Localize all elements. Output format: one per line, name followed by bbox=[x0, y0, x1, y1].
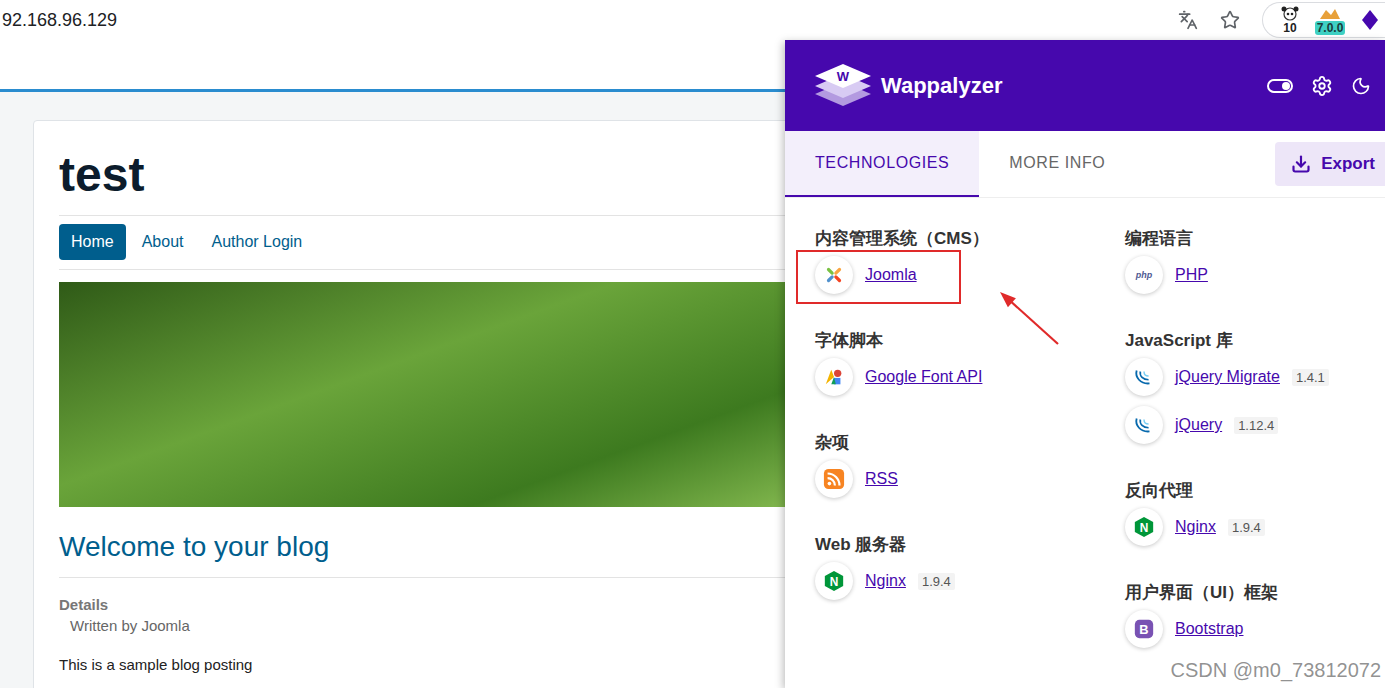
wappalyzer-extension-icon bbox=[1361, 9, 1379, 31]
category: 反向代理 N Nginx 1.9.4 bbox=[1125, 481, 1385, 549]
technology-icon-badge: php bbox=[1125, 256, 1163, 294]
technology-icon-badge: B bbox=[1125, 610, 1163, 648]
svg-text:W: W bbox=[837, 69, 850, 84]
url-text[interactable]: 92.168.96.129 bbox=[2, 10, 117, 31]
jquery-icon bbox=[1133, 366, 1155, 388]
technology-column: 内容管理系统（CMS） Joomla 字体脚本 Google Font API 杂项 RS… bbox=[815, 229, 1125, 651]
technology-link[interactable]: Nginx bbox=[865, 572, 906, 590]
technology-link[interactable]: PHP bbox=[1175, 266, 1208, 284]
category-title: 内容管理系统（CMS） bbox=[815, 229, 1125, 249]
tag-icon bbox=[1318, 7, 1342, 21]
technology-item: B Bootstrap bbox=[1125, 607, 1385, 651]
address-bar: 92.168.96.129 10 7.0.0 bbox=[0, 0, 1385, 40]
gear-icon[interactable] bbox=[1311, 75, 1333, 97]
toggle-knob bbox=[1282, 82, 1290, 90]
category-title: 杂项 bbox=[815, 433, 1125, 453]
version-badge: 1.4.1 bbox=[1292, 369, 1329, 386]
technology-item: N Nginx 1.9.4 bbox=[815, 559, 1125, 603]
technology-link[interactable]: RSS bbox=[865, 470, 898, 488]
technology-item: jQuery 1.12.4 bbox=[1125, 403, 1385, 447]
wappalyzer-extension-button[interactable] bbox=[1355, 5, 1385, 35]
php-icon: php bbox=[1131, 266, 1157, 284]
category: JavaScript 库 jQuery Migrate 1.4.1 jQuery 1.1… bbox=[1125, 331, 1385, 447]
brand-name: Wappalyzer bbox=[881, 73, 1259, 99]
wappalyzer-logo-icon: W bbox=[813, 60, 873, 112]
panel-header: W Wappalyzer bbox=[785, 40, 1385, 131]
panda-icon bbox=[1279, 5, 1301, 21]
svg-text:N: N bbox=[830, 575, 839, 589]
version-badge: 1.12.4 bbox=[1234, 417, 1278, 434]
category: 杂项 RSS bbox=[815, 433, 1125, 501]
nav-link[interactable]: About bbox=[130, 224, 196, 260]
technology-item: Google Font API bbox=[815, 355, 1125, 399]
annotation-arrow-icon bbox=[995, 283, 1085, 353]
nginx-icon: N bbox=[823, 570, 845, 592]
extensions-bar: 10 7.0.0 bbox=[1262, 2, 1385, 38]
technology-icon-badge bbox=[1125, 406, 1163, 444]
category: 字体脚本 Google Font API bbox=[815, 331, 1125, 399]
nav-link[interactable]: Author Login bbox=[200, 224, 315, 260]
category-title: JavaScript 库 bbox=[1125, 331, 1385, 351]
bootstrap-icon: B bbox=[1133, 618, 1155, 640]
moon-icon[interactable] bbox=[1351, 76, 1371, 96]
category: 用户界面（UI）框架 B Bootstrap bbox=[1125, 583, 1385, 651]
watermark: CSDN @m0_73812072 bbox=[1171, 659, 1381, 682]
toolbar-icons: 10 7.0.0 bbox=[1178, 2, 1385, 38]
nav-link[interactable]: Home bbox=[59, 224, 126, 260]
technology-icon-badge bbox=[815, 358, 853, 396]
category-title: 反向代理 bbox=[1125, 481, 1385, 501]
rss-icon bbox=[823, 468, 845, 490]
extension-badge: 7.0.0 bbox=[1315, 21, 1346, 35]
technology-link[interactable]: Bootstrap bbox=[1175, 620, 1243, 638]
browser-window: 92.168.96.129107.0.0testHomeAboutAuthor … bbox=[0, 0, 1385, 688]
nginx-icon: N bbox=[1133, 516, 1155, 538]
googlefont-icon bbox=[823, 366, 845, 388]
download-icon bbox=[1291, 154, 1311, 174]
category-title: Web 服务器 bbox=[815, 535, 1125, 555]
translate-icon[interactable] bbox=[1178, 10, 1198, 30]
tab[interactable]: MORE INFO bbox=[979, 131, 1135, 197]
version-badge: 1.9.4 bbox=[918, 573, 955, 590]
jquery-icon bbox=[1133, 414, 1155, 436]
wappalyzer-panel: W Wappalyzer TECHNOLOGIESMORE INFO Export 内容… bbox=[785, 40, 1385, 688]
joomla-icon bbox=[823, 264, 845, 286]
technology-link[interactable]: Nginx bbox=[1175, 518, 1216, 536]
category-title: 用户界面（UI）框架 bbox=[1125, 583, 1385, 603]
tab[interactable]: TECHNOLOGIES bbox=[785, 131, 979, 197]
technology-icon-badge: N bbox=[1125, 508, 1163, 546]
svg-text:N: N bbox=[1140, 521, 1149, 535]
tab-bar: TECHNOLOGIESMORE INFO Export bbox=[785, 131, 1385, 198]
svg-text:B: B bbox=[1139, 622, 1148, 637]
technology-icon-badge bbox=[1125, 358, 1163, 396]
version-badge: 1.9.4 bbox=[1228, 519, 1265, 536]
technology-link[interactable]: jQuery Migrate bbox=[1175, 368, 1280, 386]
category: 内容管理系统（CMS） Joomla bbox=[815, 229, 1125, 297]
technology-columns: 内容管理系统（CMS） Joomla 字体脚本 Google Font API 杂项 RS… bbox=[785, 198, 1385, 651]
export-button[interactable]: Export bbox=[1275, 142, 1385, 186]
category: Web 服务器 N Nginx 1.9.4 bbox=[815, 535, 1125, 603]
panda-extension-button[interactable]: 10 bbox=[1275, 5, 1305, 35]
svg-text:php: php bbox=[1135, 270, 1153, 280]
toggle-switch[interactable] bbox=[1267, 79, 1293, 93]
technology-item: php PHP bbox=[1125, 253, 1385, 297]
technology-icon-badge bbox=[815, 460, 853, 498]
technology-icon-badge: N bbox=[815, 562, 853, 600]
technology-item: Joomla bbox=[815, 253, 1125, 297]
star-icon[interactable] bbox=[1220, 10, 1240, 30]
category: 编程语言 php PHP bbox=[1125, 229, 1385, 297]
tag-extension-button[interactable]: 7.0.0 bbox=[1315, 5, 1345, 35]
category-title: 字体脚本 bbox=[815, 331, 1125, 351]
technology-link[interactable]: jQuery bbox=[1175, 416, 1222, 434]
category-title: 编程语言 bbox=[1125, 229, 1385, 249]
extension-badge: 10 bbox=[1281, 21, 1298, 35]
header-actions bbox=[1267, 75, 1371, 97]
technology-item: N Nginx 1.9.4 bbox=[1125, 505, 1385, 549]
technology-link[interactable]: Google Font API bbox=[865, 368, 982, 386]
technology-icon-badge bbox=[815, 256, 853, 294]
technology-link[interactable]: Joomla bbox=[865, 266, 917, 284]
technology-item: jQuery Migrate 1.4.1 bbox=[1125, 355, 1385, 399]
technology-column: 编程语言 php PHP JavaScript 库 jQuery Migrate 1.4.… bbox=[1125, 229, 1385, 651]
technology-item: RSS bbox=[815, 457, 1125, 501]
